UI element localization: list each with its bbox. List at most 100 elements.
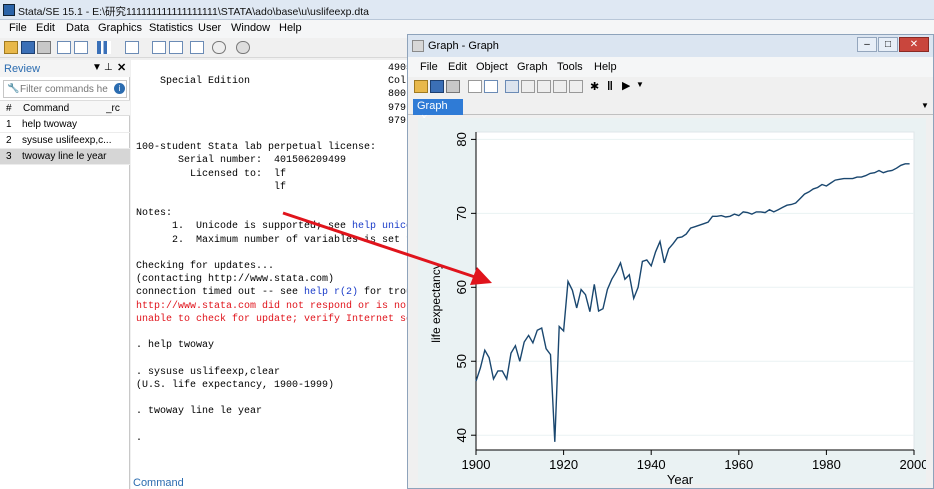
review-row[interactable]: 2 sysuse uslifeexp,c... (0, 133, 130, 149)
menu-edit[interactable]: Edit (36, 22, 55, 34)
graph-toolbar: ✱ ‖ ▶ ▼ (408, 77, 933, 97)
variables-manager-icon[interactable] (190, 41, 204, 54)
graph-window-icon (412, 40, 424, 52)
x-tick-label: 1920 (549, 457, 578, 472)
main-title-bar: Stata/SE 15.1 - E:\研究111111111111111111\… (0, 0, 934, 20)
review-filter-input[interactable] (20, 82, 110, 96)
graph-menu-tools[interactable]: Tools (557, 61, 583, 73)
tab-graph-label: Graph (417, 100, 448, 112)
results-line: Special Edition College (136, 76, 431, 88)
y-tick-label: 60 (454, 280, 469, 294)
review-column-header: # Command _rc (0, 100, 130, 116)
log-icon[interactable] (57, 41, 71, 54)
data-browser-icon[interactable] (169, 41, 183, 54)
menu-help[interactable]: Help (279, 22, 302, 34)
menu-user[interactable]: User (198, 22, 221, 34)
break-icon[interactable] (236, 41, 250, 54)
x-tick-label: 1900 (462, 457, 491, 472)
results-line: 800-STAT (136, 89, 437, 101)
results-line: (U.S. life expectancy, 1900-1999) (136, 379, 335, 391)
menu-window[interactable]: Window (231, 22, 270, 34)
help-link[interactable]: help r(2) (304, 287, 358, 298)
command-label: Command (133, 477, 184, 489)
print-icon[interactable] (37, 41, 51, 54)
results-pane: 4905 Lak Special Edition College 800-STA… (131, 60, 436, 489)
graph-editor-icon[interactable] (505, 80, 519, 93)
record-icon[interactable]: ✱ (590, 80, 599, 93)
review-header: Review ▼ ⊥ ✕ (0, 60, 130, 77)
viewer-icon[interactable] (74, 41, 88, 54)
data-editor-icon[interactable] (152, 41, 166, 54)
x-tick-label: 2000 (900, 457, 926, 472)
tab-list-dropdown-icon[interactable]: ▼ (921, 101, 929, 110)
graph-title-bar: Graph - Graph – □ ✕ (408, 35, 933, 57)
review-row-command: help twoway (22, 119, 78, 130)
review-filter-box: 🔧 i (3, 80, 127, 98)
results-line: lf (136, 181, 287, 193)
menu-graphics[interactable]: Graphics (98, 22, 142, 34)
open-graph-icon[interactable] (414, 80, 428, 93)
results-line: . (136, 432, 143, 444)
main-window-title: Stata/SE 15.1 - E:\研究111111111111111111\… (18, 6, 369, 18)
graph-menu-object[interactable]: Object (476, 61, 508, 73)
graph-window-title: Graph - Graph (428, 40, 499, 52)
graph-menu-graph[interactable]: Graph (517, 61, 548, 73)
play-icon[interactable]: ▶ (622, 79, 630, 92)
pause-icon[interactable]: ‖ (607, 79, 613, 93)
minimize-button[interactable]: – (857, 37, 877, 52)
graph-menu-bar: File Edit Object Graph Tools Help (408, 57, 933, 77)
wrench-icon[interactable]: 🔧 (7, 83, 19, 94)
restore-button[interactable]: □ (878, 37, 898, 52)
graph-menu-file[interactable]: File (420, 61, 438, 73)
results-line: 2. Maximum number of variables is set t (136, 234, 413, 246)
review-row-selected[interactable]: 3 twoway line le year (0, 149, 130, 165)
graph-menu-help[interactable]: Help (594, 61, 617, 73)
menu-statistics[interactable]: Statistics (149, 22, 193, 34)
col-number[interactable]: # (6, 103, 12, 114)
graph-window: Graph - Graph – □ ✕ File Edit Object Gra… (407, 34, 934, 489)
play-dropdown-icon[interactable]: ▼ (636, 80, 644, 89)
info-icon[interactable]: i (114, 83, 125, 94)
do-file-editor-icon[interactable] (125, 41, 139, 54)
copy-icon[interactable] (468, 80, 482, 93)
results-line: 100-student Stata lab perpetual license: (136, 142, 377, 154)
review-row-number: 2 (6, 135, 12, 146)
graph-svg: 40 50 60 70 80 1900 1920 1940 1960 1980 2000 Year li… (429, 131, 926, 484)
tab-graph[interactable]: Graph × (413, 99, 463, 124)
redo-icon[interactable] (569, 80, 583, 93)
save-icon[interactable] (21, 41, 35, 54)
results-line: connection timed out -- see help r(2) fo… (136, 287, 419, 299)
print-graph-icon[interactable] (446, 80, 460, 93)
menu-data[interactable]: Data (66, 22, 89, 34)
results-line: . twoway line le year (136, 406, 263, 418)
review-row-command: sysuse uslifeexp,c... (22, 135, 112, 146)
x-axis-label: Year (667, 472, 694, 484)
plot-region (475, 131, 915, 451)
open-icon[interactable] (4, 41, 18, 54)
graph-icon[interactable] (97, 41, 111, 54)
menu-file[interactable]: File (9, 22, 27, 34)
results-line: 979-696- (136, 115, 437, 127)
add-text-icon[interactable] (537, 80, 551, 93)
close-pane-icon[interactable]: ✕ (117, 61, 126, 74)
review-row-number: 1 (6, 119, 12, 130)
review-title: Review (4, 63, 41, 75)
save-graph-icon[interactable] (430, 80, 444, 93)
help-link[interactable]: help unico (352, 221, 412, 232)
filter-toggle-icon[interactable]: ▼ (92, 62, 102, 73)
y-tick-label: 40 (454, 428, 469, 442)
pointer-icon[interactable] (521, 80, 535, 93)
graph-canvas: 40 50 60 70 80 1900 1920 1940 1960 1980 2000 Year li… (418, 118, 926, 484)
main-toolbar (0, 38, 410, 58)
close-button[interactable]: ✕ (899, 37, 929, 52)
graph-menu-edit[interactable]: Edit (448, 61, 467, 73)
review-pane: Review ▼ ⊥ ✕ 🔧 i # Command _rc 1 help tw… (0, 60, 130, 489)
undo-icon[interactable] (553, 80, 567, 93)
rename-icon[interactable] (484, 80, 498, 93)
col-rc[interactable]: _rc (106, 103, 120, 114)
more-icon[interactable] (212, 41, 226, 54)
y-tick-label: 80 (454, 132, 469, 146)
review-row[interactable]: 1 help twoway (0, 117, 130, 133)
pin-icon[interactable]: ⊥ (104, 62, 113, 73)
col-command[interactable]: Command (23, 103, 69, 114)
